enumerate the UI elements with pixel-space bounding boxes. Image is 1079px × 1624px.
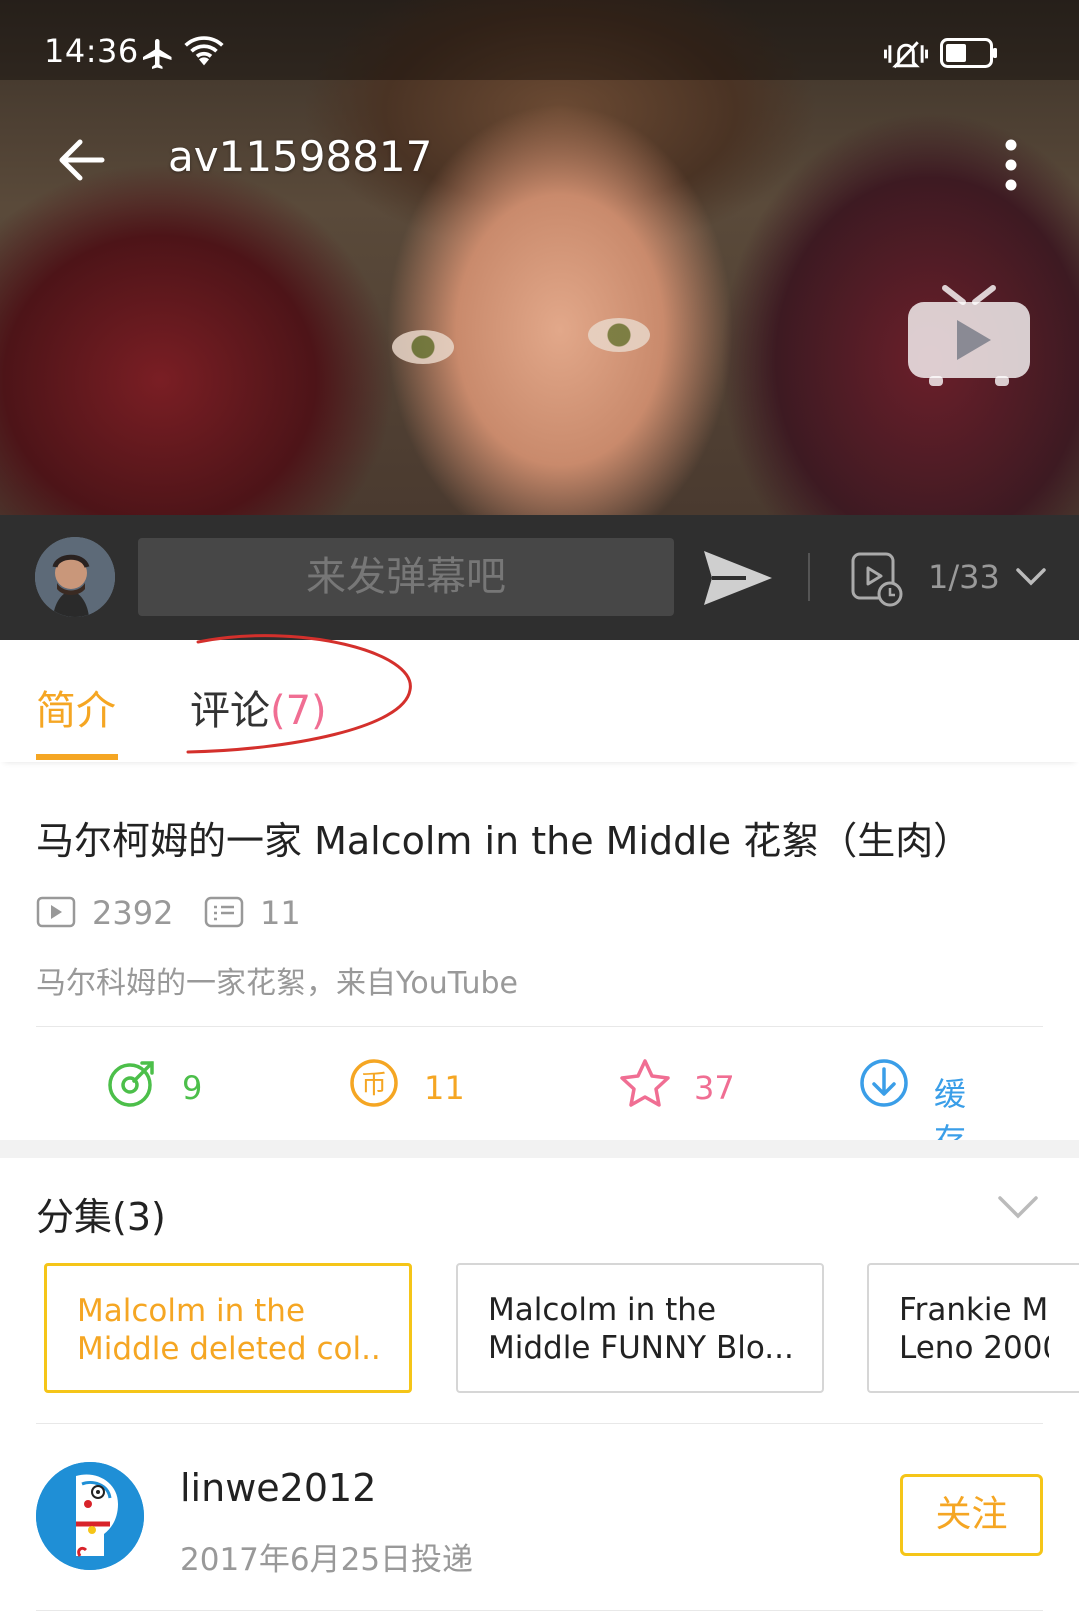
comment-count: (7) [270,688,327,734]
favorite-count: 37 [694,1069,735,1107]
danmaku-count-icon [204,896,244,928]
more-options-icon[interactable] [996,135,1026,195]
video-id-title: av11598817 [168,132,433,181]
episode-title-line: Middle FUNNY Blo... [488,1330,792,1366]
play-count-icon [36,896,76,928]
episode-card[interactable]: Frankie Mun Leno 2000 [867,1263,1079,1393]
episode-title-line: Leno 2000 [899,1330,1049,1366]
airplane-mode-icon [143,39,172,69]
send-icon[interactable] [700,545,776,611]
section-gap [0,1140,1079,1158]
episode-card[interactable]: Malcolm in the Middle deleted col... [44,1263,412,1393]
avatar-portrait-icon [35,537,115,617]
danmaku-count-value: 11 [260,894,301,932]
coin-count: 11 [424,1069,465,1107]
danmaku-input[interactable]: 来发弹幕吧 [138,538,674,616]
favorite-button[interactable]: 37 [618,1057,735,1117]
cache-button[interactable]: 缓存 [858,1057,966,1159]
video-description: 马尔科姆的一家花絮，来自YouTube [36,966,518,1001]
playlist-timer-icon [851,552,903,607]
status-time: 14:36 [44,32,139,70]
divider [36,1423,1043,1424]
video-frame-detail [588,318,650,352]
tab-active-indicator [36,754,118,760]
vibrate-mode-icon [884,41,928,69]
star-icon [620,1059,670,1107]
page-selector[interactable]: 1/33 [850,548,1050,610]
chevron-down-icon [1016,568,1046,586]
tab-bar: 简介 评论(7) [0,640,1079,762]
coin-button[interactable]: 币 11 [348,1057,465,1117]
tab-intro[interactable]: 简介 [36,678,116,736]
episode-card[interactable]: Malcolm in the Middle FUNNY Blo... [456,1263,824,1393]
chevron-down-icon[interactable] [996,1192,1040,1222]
video-title: 马尔柯姆的一家 Malcolm in the Middle 花絮（生肉） [36,819,972,863]
like-count: 9 [182,1069,203,1107]
video-player[interactable]: 14:36 av11598817 [0,0,1079,515]
doraemon-avatar-icon [36,1462,144,1570]
like-button[interactable]: 9 [106,1057,202,1117]
uploader-name[interactable]: linwe2012 [180,1466,376,1510]
tv-play-icon[interactable] [905,282,1033,390]
danmaku-divider [808,553,810,601]
danmaku-bar: 来发弹幕吧 1/33 [0,515,1079,640]
user-avatar[interactable] [35,537,115,617]
page-indicator: 1/33 [928,558,1000,596]
upload-date: 2017年6月25日投递 [180,1542,474,1578]
episodes-header: 分集(3) [36,1195,166,1239]
episode-title-line: Frankie Mun [899,1292,1049,1328]
battery-icon [940,38,997,68]
action-row: 9 币 11 37 缓存 [0,1057,1079,1159]
wifi-icon [184,36,224,66]
uploader-avatar[interactable] [36,1462,144,1570]
episode-title-line: Malcolm in the [77,1293,306,1329]
follow-button[interactable]: 关注 [900,1474,1043,1556]
play-count-value: 2392 [92,894,174,932]
tab-comments-label: 评论 [190,688,270,734]
divider [36,1026,1043,1027]
like-icon [108,1061,154,1107]
tab-comments[interactable]: 评论(7) [190,678,327,736]
video-frame-detail [392,330,454,364]
episode-title-line: Middle deleted col... [77,1331,379,1367]
svg-text:币: 币 [361,1070,387,1100]
download-icon [860,1059,908,1107]
status-bar: 14:36 [0,0,1079,80]
episode-title-line: Malcolm in the [488,1292,717,1328]
divider [36,1610,1043,1611]
back-arrow-icon[interactable] [52,130,112,190]
coin-icon: 币 [350,1059,398,1107]
